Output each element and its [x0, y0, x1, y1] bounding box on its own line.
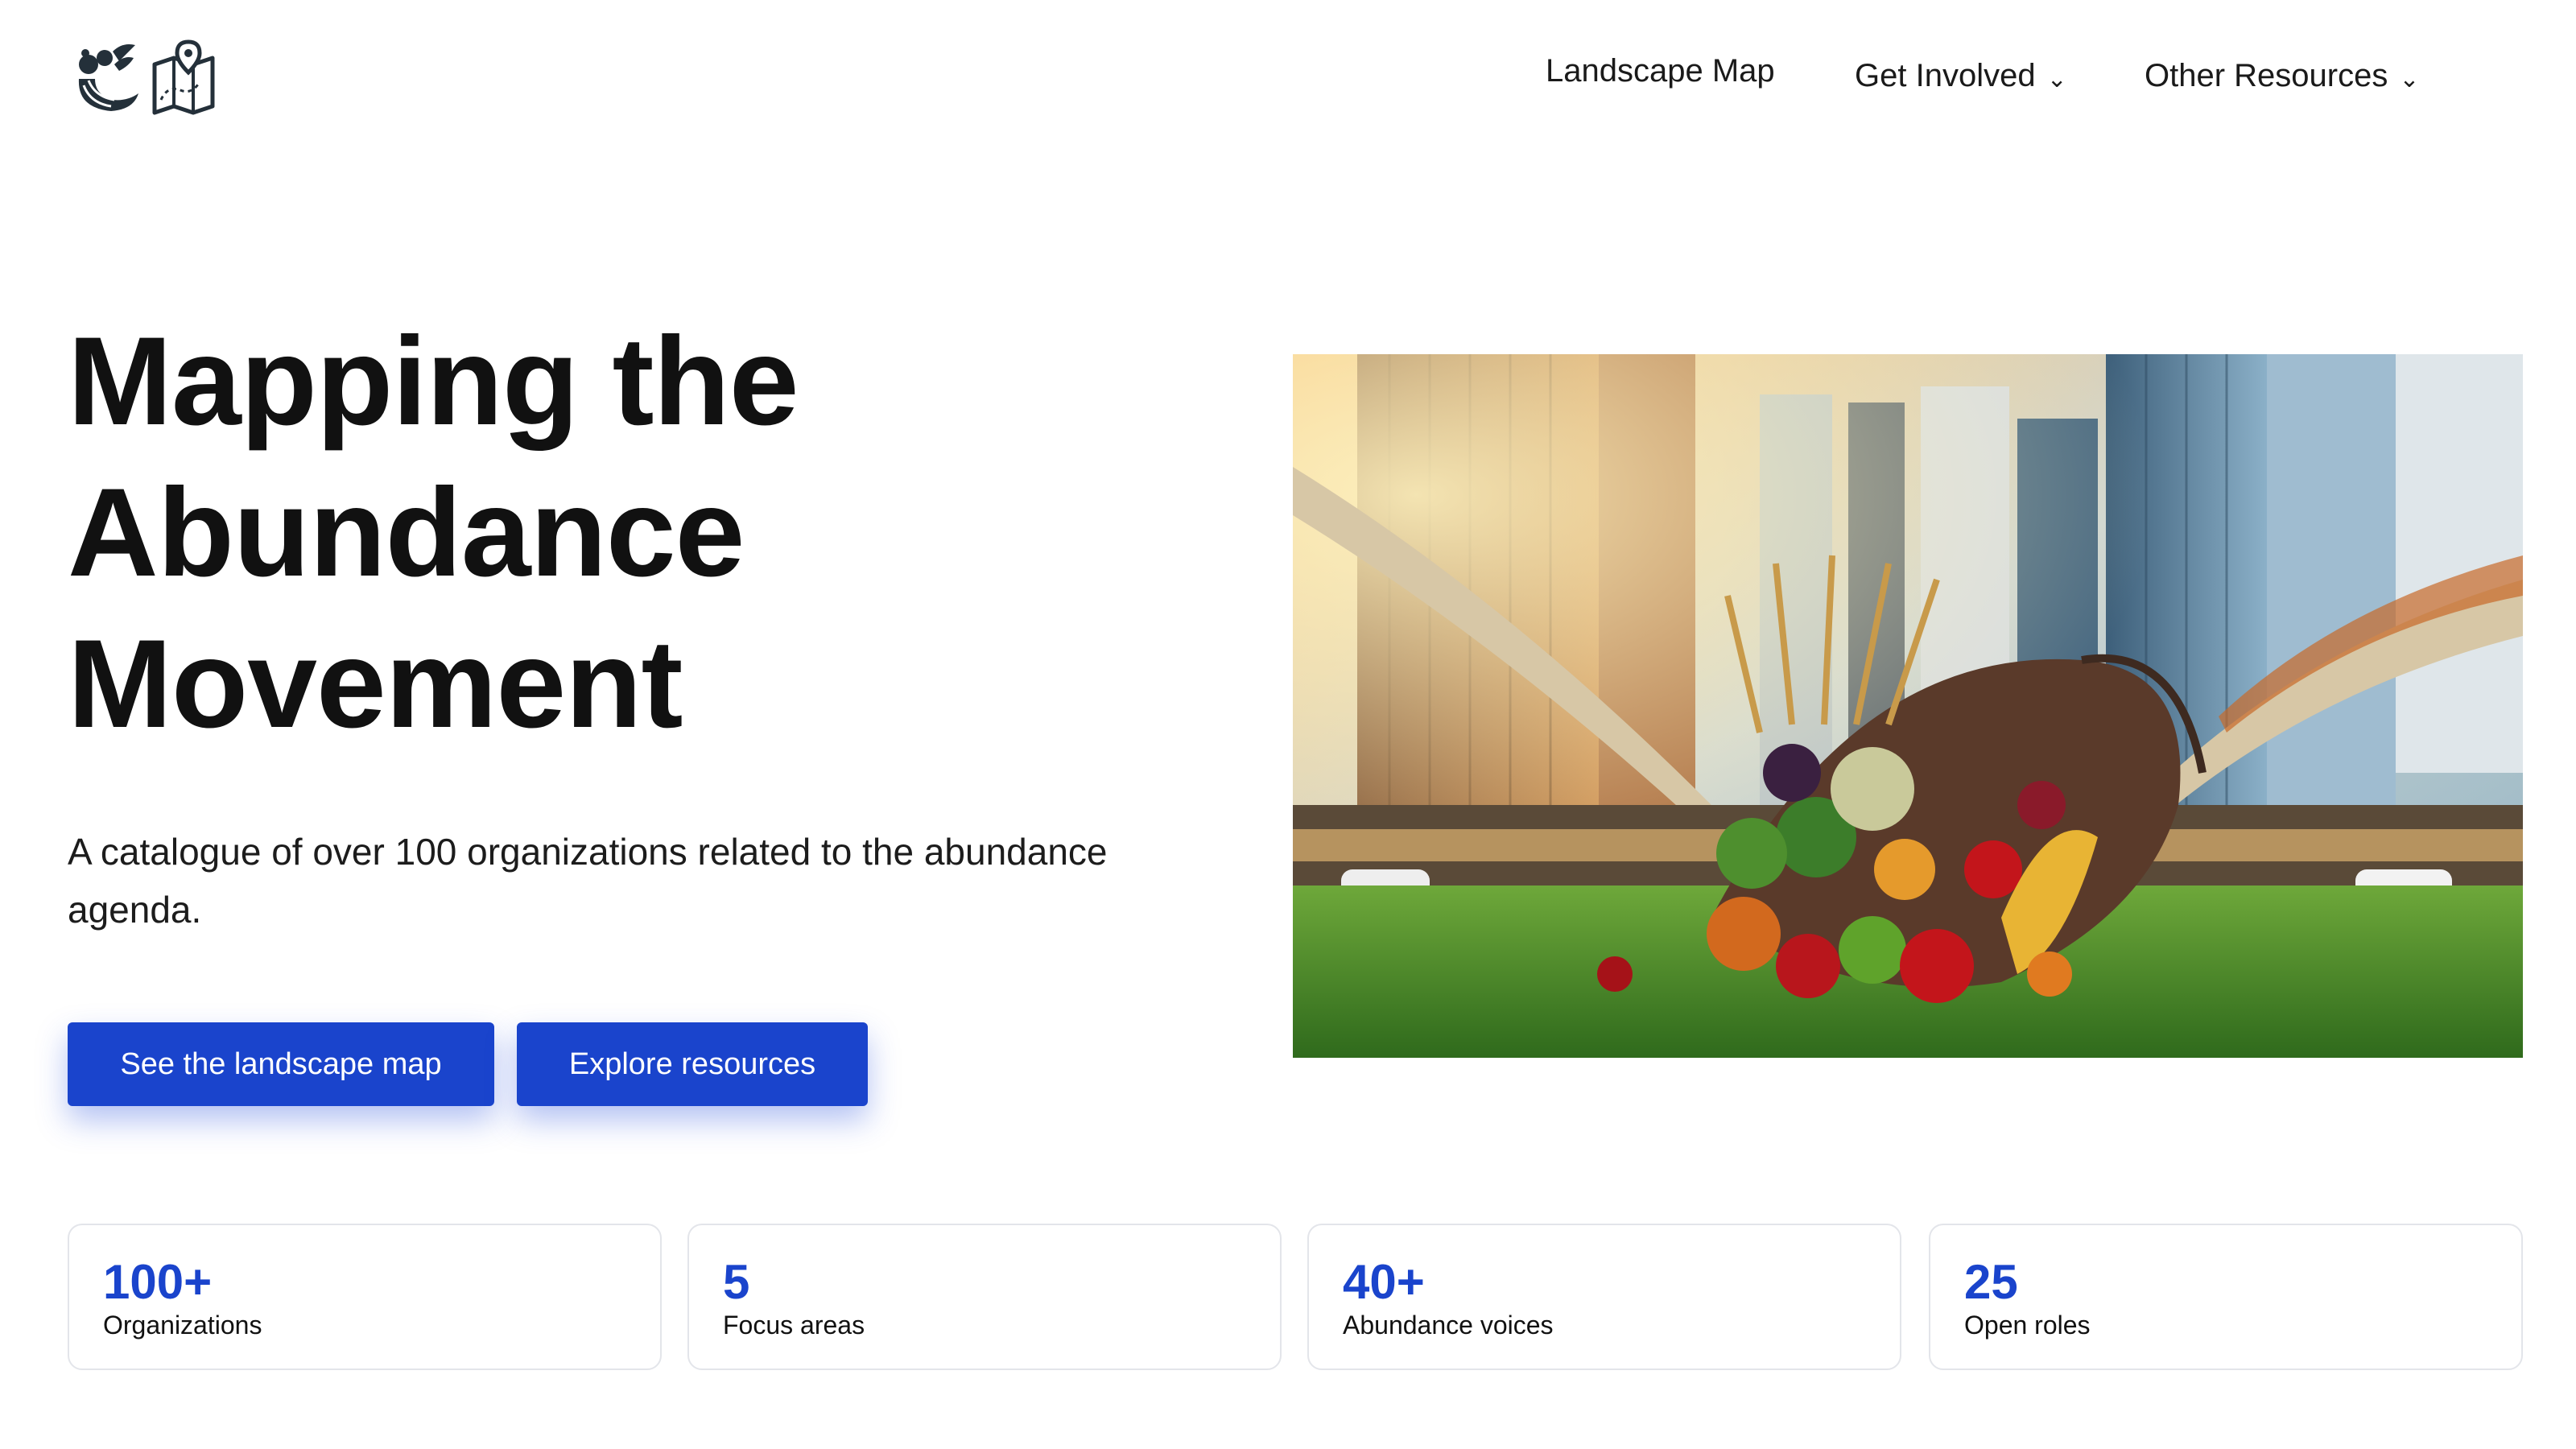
- stat-label: Organizations: [103, 1311, 262, 1340]
- landing-page: Landscape Map Get Involved ⌄ Other Resou…: [0, 0, 2576, 1449]
- hero-title-line: Abundance: [68, 463, 745, 603]
- nav-landscape-map[interactable]: Landscape Map: [1546, 53, 1775, 89]
- hero-subtitle: A catalogue of over 100 organizations re…: [68, 831, 1108, 931]
- stat-card-abundance-voices: 40+ Abundance voices: [1307, 1224, 1901, 1370]
- stat-label: Abundance voices: [1343, 1311, 1554, 1340]
- cornucopia-map-logo-icon: [78, 39, 215, 115]
- explore-resources-button[interactable]: Explore resources: [517, 1022, 868, 1106]
- nav-get-involved[interactable]: Get Involved ⌄: [1855, 58, 2067, 94]
- hero-title-line: Movement: [68, 614, 683, 754]
- stat-value: 5: [723, 1255, 750, 1309]
- stat-card-open-roles: 25 Open roles: [1929, 1224, 2523, 1370]
- hero-image-cornucopia-city: [1293, 354, 2523, 1058]
- chevron-down-icon: ⌄: [2399, 66, 2420, 93]
- stat-value: 40+: [1343, 1255, 1425, 1309]
- stat-label: Open roles: [1964, 1311, 2091, 1340]
- hero-title: Mapping the Abundance Movement: [68, 306, 1114, 760]
- nav-other-resources[interactable]: Other Resources ⌄: [2145, 58, 2419, 94]
- stat-value: 100+: [103, 1255, 213, 1309]
- nav-other-resources-label: Other Resources: [2145, 58, 2388, 93]
- stat-value: 25: [1964, 1255, 2018, 1309]
- site-logo[interactable]: [71, 37, 251, 118]
- nav-landscape-map-label: Landscape Map: [1546, 53, 1775, 89]
- hero-title-line: Mapping the: [68, 312, 799, 452]
- nav-get-involved-label: Get Involved: [1855, 58, 2036, 93]
- chevron-down-icon: ⌄: [2046, 66, 2067, 93]
- stat-card-focus-areas: 5 Focus areas: [687, 1224, 1282, 1370]
- see-landscape-map-button[interactable]: See the landscape map: [68, 1022, 494, 1106]
- stat-label: Focus areas: [723, 1311, 865, 1340]
- stat-card-organizations: 100+ Organizations: [68, 1224, 662, 1370]
